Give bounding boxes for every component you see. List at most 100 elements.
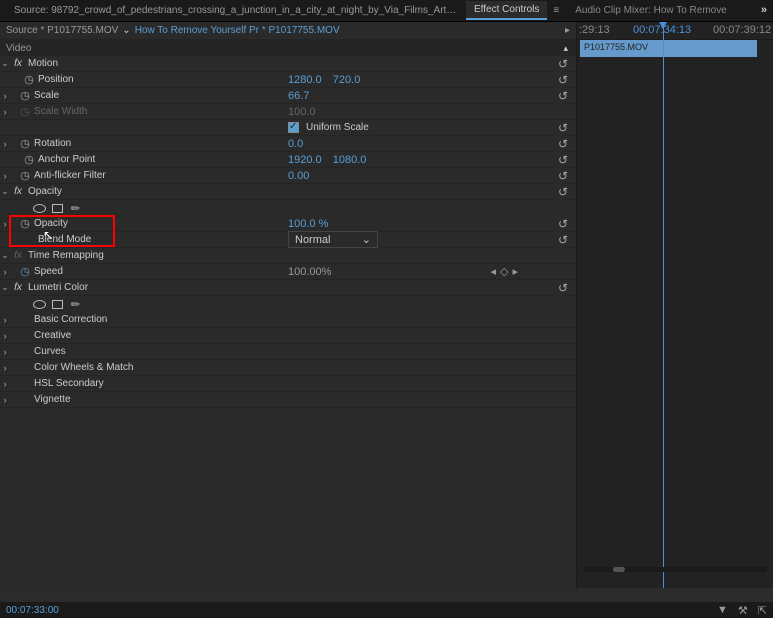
twirl-opacity-val[interactable]: ›	[0, 219, 10, 229]
reset-icon[interactable]: ↺	[558, 233, 568, 247]
reset-icon[interactable]: ↺	[558, 169, 568, 183]
lumetri-hsl[interactable]: HSL Secondary	[34, 378, 104, 389]
wrench-icon[interactable]: ⚒	[738, 604, 748, 617]
playhead[interactable]	[663, 22, 664, 588]
stopwatch-icon[interactable]: ◷	[18, 137, 32, 150]
lumetri-creative[interactable]: Creative	[34, 330, 71, 341]
twirl-remap[interactable]: ⌄	[0, 250, 10, 261]
twirl-vignette[interactable]: ›	[0, 395, 10, 405]
timeline-scrollbar[interactable]	[583, 567, 767, 572]
prop-rotation[interactable]: Rotation	[34, 138, 71, 149]
fx-toggle-motion[interactable]: fx	[10, 58, 26, 69]
flicker-value[interactable]: 0.00	[288, 170, 309, 182]
lumetri-colorwheels[interactable]: Color Wheels & Match	[34, 362, 133, 373]
effect-lumetri-label[interactable]: Lumetri Color	[28, 282, 88, 293]
twirl-flicker[interactable]: ›	[0, 171, 10, 181]
mask-rect-icon[interactable]	[52, 204, 63, 213]
scale-value[interactable]: 66.7	[288, 90, 309, 102]
filter-icon[interactable]: ▼	[717, 604, 728, 617]
reset-icon[interactable]: ↺	[558, 217, 568, 231]
mask-rect-icon[interactable]	[52, 300, 63, 309]
timeline-ruler[interactable]: :29:13 00:07:34:13 00:07:39:12	[577, 22, 773, 40]
reset-icon[interactable]: ↺	[558, 137, 568, 151]
uniform-scale-checkbox[interactable]	[288, 122, 299, 133]
fx-toggle-opacity[interactable]: fx	[10, 186, 26, 197]
twirl-cwm[interactable]: ›	[0, 363, 10, 373]
twirl-basic[interactable]: ›	[0, 315, 10, 325]
mask-pen-icon[interactable]: ✎	[68, 200, 84, 216]
twirl-motion[interactable]: ⌄	[0, 58, 10, 69]
scrollbar-thumb[interactable]	[613, 567, 625, 572]
lumetri-vignette[interactable]: Vignette	[34, 394, 71, 405]
panel-menu-icon[interactable]: ≡	[553, 5, 559, 16]
twirl-hsl[interactable]: ›	[0, 379, 10, 389]
stopwatch-icon[interactable]: ◷	[18, 169, 32, 182]
prop-blend: Blend Mode	[38, 234, 91, 245]
stopwatch-icon[interactable]: ◷	[22, 73, 36, 86]
breadcrumb-sequence[interactable]: How To Remove Yourself Pr * P1017755.MOV	[135, 25, 340, 36]
keyframe-add-icon[interactable]: ◇	[500, 265, 508, 278]
fx-toggle-remap[interactable]: fx	[10, 250, 26, 261]
twirl-scale[interactable]: ›	[0, 91, 10, 101]
ruler-tick: 00:07:39:12	[713, 24, 771, 36]
twirl-rotation[interactable]: ›	[0, 139, 10, 149]
reset-icon[interactable]: ↺	[558, 121, 568, 135]
timecode-display[interactable]: 00:07:33:00	[6, 605, 59, 616]
keyframe-prev-icon[interactable]: ◂	[490, 265, 496, 278]
mask-pen-icon[interactable]: ✎	[68, 296, 84, 312]
reset-icon[interactable]: ↺	[558, 73, 568, 87]
mask-ellipse-icon[interactable]	[33, 204, 46, 213]
keyframe-next-icon[interactable]: ▸	[512, 265, 518, 278]
position-y[interactable]: 720.0	[333, 74, 361, 86]
lumetri-basic[interactable]: Basic Correction	[34, 314, 107, 325]
stopwatch-icon[interactable]: ◷	[18, 217, 32, 230]
chevron-down-icon[interactable]: ⌄	[122, 25, 130, 36]
prop-opacity[interactable]: Opacity	[34, 218, 68, 229]
prop-position[interactable]: Position	[38, 74, 74, 85]
position-x[interactable]: 1280.0	[288, 74, 322, 86]
rotation-value[interactable]: 0.0	[288, 138, 303, 150]
reset-icon[interactable]: ↺	[558, 153, 568, 167]
stopwatch-active-icon[interactable]: ◷	[18, 265, 32, 278]
tab-source[interactable]: Source: 98792_crowd_of_pedestrians_cross…	[6, 5, 466, 16]
prop-scale-width: Scale Width	[34, 106, 87, 117]
reset-icon[interactable]: ↺	[558, 185, 568, 199]
opacity-value[interactable]: 100.0 %	[288, 218, 328, 230]
scalew-value: 100.0	[288, 106, 316, 118]
stopwatch-icon[interactable]: ◷	[18, 89, 32, 102]
tab-audio-mixer[interactable]: Audio Clip Mixer: How To Remove Yourself…	[567, 5, 727, 16]
prop-speed[interactable]: Speed	[34, 266, 63, 277]
twirl-lumetri[interactable]: ⌄	[0, 282, 10, 293]
tabs-overflow-icon[interactable]: »	[761, 4, 767, 16]
reset-icon[interactable]: ↺	[558, 57, 568, 71]
section-video: Video	[6, 43, 31, 54]
twirl-speed[interactable]: ›	[0, 267, 10, 277]
stopwatch-icon[interactable]: ◷	[22, 153, 36, 166]
timeline-clip[interactable]: P1017755.MOV	[580, 40, 757, 57]
anchor-x[interactable]: 1920.0	[288, 154, 322, 166]
effect-motion-label[interactable]: Motion	[28, 58, 58, 69]
speed-value[interactable]: 100.00%	[288, 266, 331, 278]
effects-play-icon[interactable]: ▸	[565, 25, 570, 36]
twirl-curves[interactable]: ›	[0, 347, 10, 357]
section-collapse-icon[interactable]: ▴	[563, 43, 568, 54]
effect-remap-label[interactable]: Time Remapping	[28, 250, 104, 261]
anchor-y[interactable]: 1080.0	[333, 154, 367, 166]
stopwatch-disabled-icon: ◷	[18, 105, 32, 118]
fx-toggle-lumetri[interactable]: fx	[10, 282, 26, 293]
effect-opacity-label[interactable]: Opacity	[28, 186, 62, 197]
reset-icon[interactable]: ↺	[558, 89, 568, 103]
mask-ellipse-icon[interactable]	[33, 300, 46, 309]
prop-scale[interactable]: Scale	[34, 90, 59, 101]
prop-flicker[interactable]: Anti-flicker Filter	[34, 170, 106, 181]
uniform-scale-label: Uniform Scale	[306, 122, 369, 133]
twirl-opacity[interactable]: ⌄	[0, 186, 10, 197]
tab-effect-controls[interactable]: Effect Controls	[466, 1, 547, 20]
prop-anchor[interactable]: Anchor Point	[38, 154, 95, 165]
lumetri-curves[interactable]: Curves	[34, 346, 66, 357]
ruler-tick: :29:13	[579, 24, 610, 36]
twirl-creative[interactable]: ›	[0, 331, 10, 341]
reset-icon[interactable]: ↺	[558, 281, 568, 295]
blend-mode-dropdown[interactable]: Normal⌄	[288, 231, 378, 248]
export-icon[interactable]: ⇱	[758, 604, 767, 617]
